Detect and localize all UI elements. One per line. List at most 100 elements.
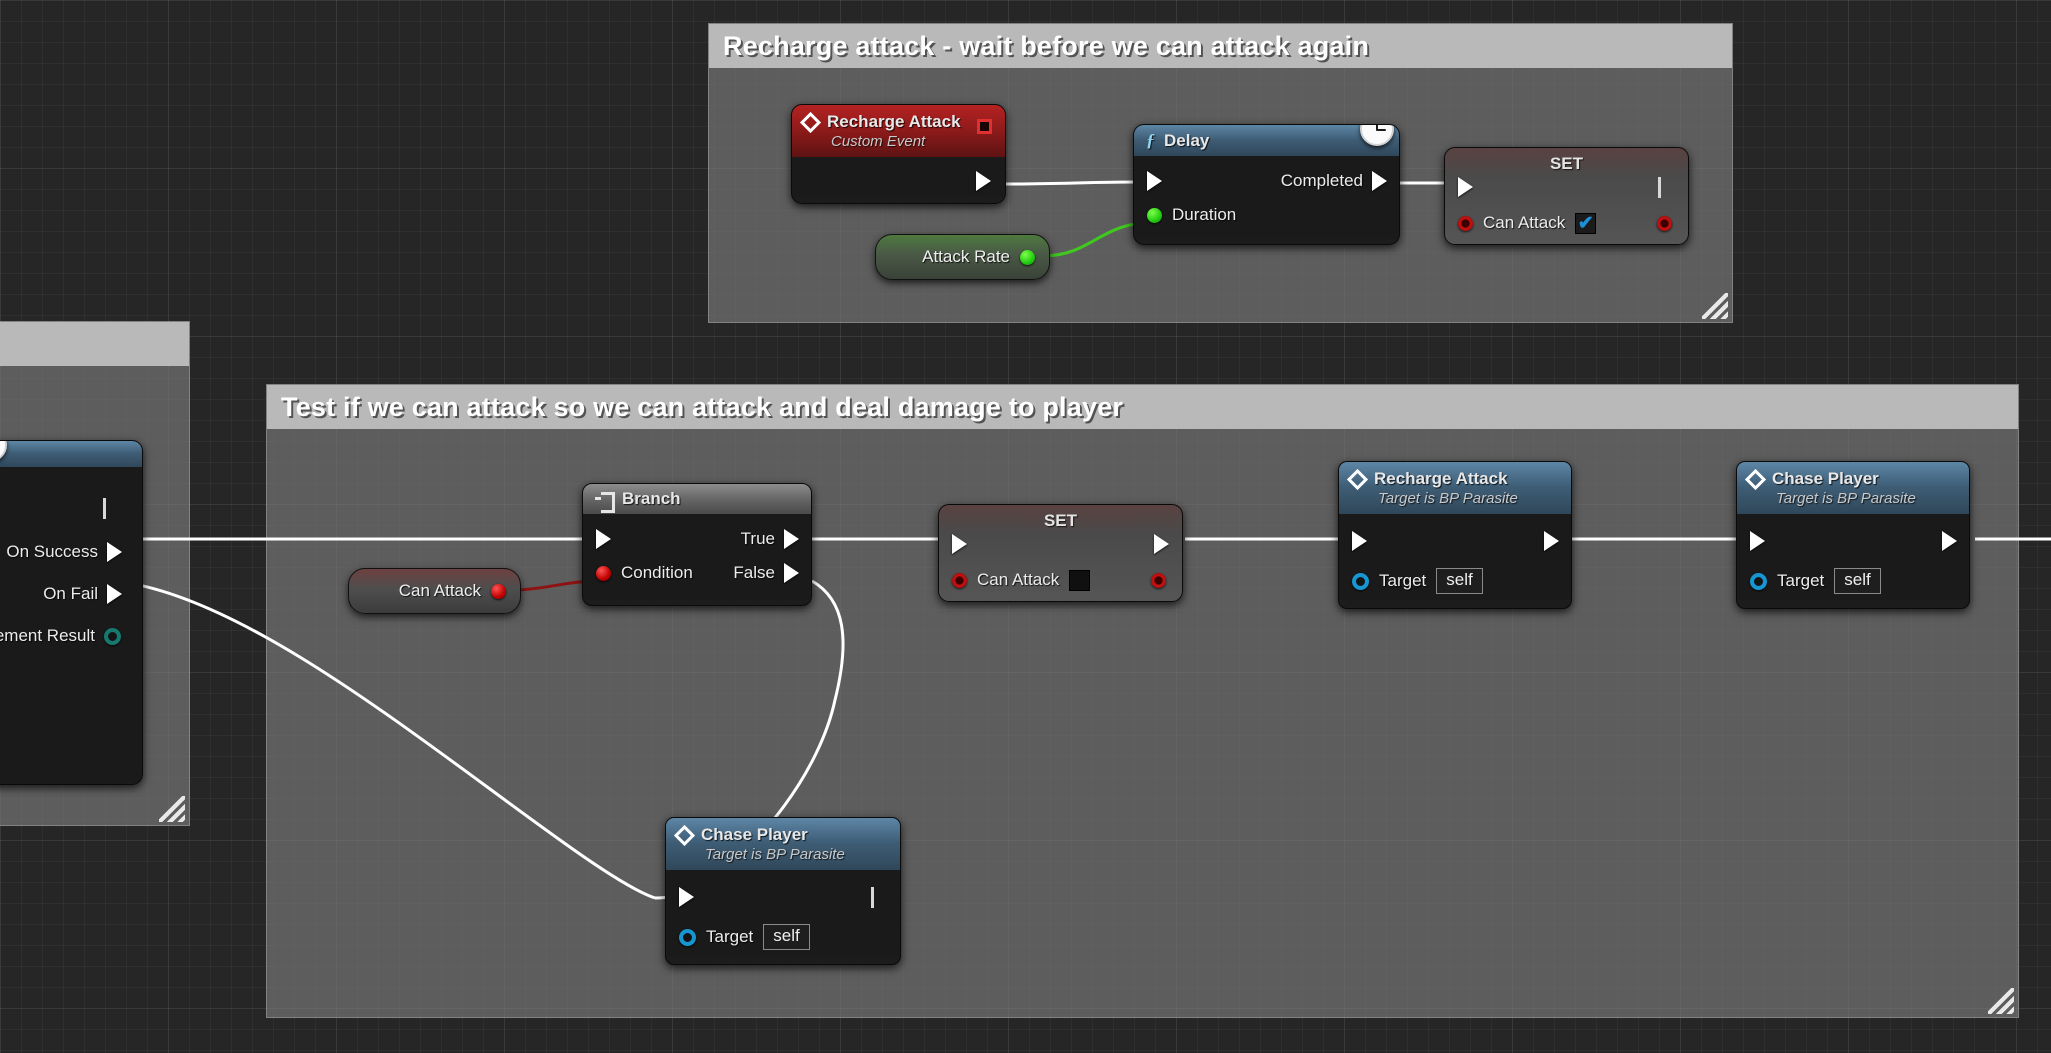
node-delay[interactable]: ƒ Delay Completed Duration [1133,124,1400,245]
node-branch[interactable]: Branch True Condition False [582,483,812,606]
node-title-row: ƒ Delay [1146,130,1387,151]
node-header [0,441,142,467]
pin-row-on-success[interactable]: On Success [0,535,142,569]
comment-resize-grip[interactable] [159,796,185,822]
exec-in-pin[interactable] [1352,531,1367,551]
pin-row-can-attack[interactable]: Can Attack [939,563,1182,597]
node-title: Chase Player [1772,469,1879,488]
node-recharge-attack-event[interactable]: Recharge Attack Custom Event [791,104,1006,204]
comment-title-bar[interactable]: Recharge attack - wait before we can att… [709,24,1732,68]
node-header: Chase Player Target is BP Parasite [666,818,900,870]
exec-out-pin[interactable] [1372,171,1387,191]
pin-row-target[interactable]: Target self [666,920,900,954]
pin-label-target: Target [1777,571,1825,590]
comment-resize-grip[interactable] [1702,293,1728,319]
exec-out-false-pin[interactable] [784,563,799,583]
node-body: Completed Duration [1134,156,1399,239]
pin-row-target[interactable]: Target self [1737,564,1969,598]
pin-row-exec[interactable]: Completed [1134,164,1399,198]
event-diamond-icon [1744,468,1767,490]
node-title-row: Recharge Attack [1346,468,1559,490]
object-input-pin[interactable] [1352,572,1369,590]
event-diamond-icon [673,824,696,846]
pin-row-exec[interactable] [666,880,900,914]
enum-output-pin[interactable] [104,627,121,645]
node-title: Chase Player [701,825,808,844]
pin-label-movement-result: vement Result [0,626,95,645]
exec-out-pin[interactable] [103,497,120,519]
node-call-recharge-attack[interactable]: Recharge Attack Target is BP Parasite Ta… [1338,461,1572,609]
exec-out-pin[interactable] [1942,531,1957,551]
exec-out-pin[interactable] [976,171,991,191]
node-title: Recharge Attack [1374,469,1508,488]
checkmark-icon: ✔ [1577,212,1594,234]
exec-in-pin[interactable] [1750,531,1765,551]
pin-row-exec[interactable] [939,527,1182,561]
node-get-attack-rate[interactable]: Attack Rate [875,234,1050,280]
blueprint-graph-canvas[interactable]: Recharge attack - wait before we can att… [0,0,2051,1053]
node-body [792,157,1005,197]
pin-label-target: Target [706,927,754,946]
float-output-pin[interactable] [1020,249,1035,265]
pin-label-condition: Condition [621,563,693,582]
pin-row-target[interactable]: Target self [1339,564,1571,598]
node-body: True Condition False [583,514,811,600]
target-value-field[interactable]: self [1436,568,1483,594]
pin-row-exec[interactable] [1737,524,1969,558]
node-set-can-attack-false[interactable]: SET Can Attack [938,504,1183,602]
bool-input-pin[interactable] [1458,215,1473,231]
pin-row-on-fail[interactable]: On Fail [0,577,142,611]
pin-row-movement-result[interactable]: vement Result [0,619,142,653]
can-attack-checkbox[interactable] [1069,569,1091,591]
pin-label-target: Target [1379,571,1427,590]
target-value-field[interactable]: self [1834,568,1881,594]
pin-row-exec[interactable] [1339,524,1571,558]
exec-in-pin[interactable] [596,529,611,549]
exec-out-on-fail-pin[interactable] [107,584,122,604]
bool-input-pin[interactable] [596,565,611,581]
target-value-field[interactable]: self [763,924,810,950]
float-input-pin[interactable] [1147,207,1162,223]
can-attack-checkbox[interactable]: ✔ [1575,212,1597,234]
pin-row-duration[interactable]: Duration [1134,198,1399,232]
exec-out-pin[interactable] [1658,176,1675,198]
exec-out-label: Completed [1280,171,1363,190]
pin-row-exec-out[interactable] [0,491,142,525]
pin-row-exec[interactable] [1445,170,1688,204]
pin-row-condition-false[interactable]: Condition False [583,556,811,590]
bool-input-pin[interactable] [952,572,967,588]
pin-label-true: True [740,529,775,548]
exec-in-pin[interactable] [1147,171,1162,191]
exec-out-pin[interactable] [871,886,888,908]
node-title: Branch [622,489,681,508]
exec-in-pin[interactable] [952,534,967,554]
exec-out-pin[interactable] [1544,531,1559,551]
comment-title-bar[interactable] [0,322,189,366]
comment-title: Recharge attack - wait before we can att… [723,30,1370,61]
event-diamond-icon [799,111,822,133]
pin-row-exec-out[interactable] [792,163,1005,199]
pin-row-can-attack[interactable]: Can Attack ✔ [1445,206,1688,240]
function-f-icon: ƒ [1146,130,1155,150]
node-get-can-attack[interactable]: Can Attack [348,568,521,614]
node-title-row: Chase Player [673,824,888,846]
bool-output-pin[interactable] [1657,215,1672,231]
node-call-chase-player-bottom[interactable]: Chase Player Target is BP Parasite Targe… [665,817,901,965]
object-input-pin[interactable] [1750,572,1767,590]
exec-out-pin[interactable] [1154,534,1169,554]
exec-out-true-pin[interactable] [784,529,799,549]
pin-row-exec-true[interactable]: True [583,522,811,556]
pin-label-duration: Duration [1172,205,1237,224]
object-input-pin[interactable] [679,928,696,946]
bool-output-pin[interactable] [1151,572,1166,588]
exec-in-pin[interactable] [679,887,694,907]
pin-label-on-fail: On Fail [43,584,98,603]
bool-output-pin[interactable] [491,583,506,599]
node-partial-left[interactable]: On Success On Fail vement Result [0,440,143,785]
node-call-chase-player-right[interactable]: Chase Player Target is BP Parasite Targe… [1736,461,1970,609]
comment-resize-grip[interactable] [1988,988,2014,1014]
exec-out-on-success-pin[interactable] [107,542,122,562]
node-set-can-attack-true[interactable]: SET Can Attack ✔ [1444,147,1689,245]
exec-in-pin[interactable] [1458,177,1473,197]
comment-title-bar[interactable]: Test if we can attack so we can attack a… [267,385,2018,429]
